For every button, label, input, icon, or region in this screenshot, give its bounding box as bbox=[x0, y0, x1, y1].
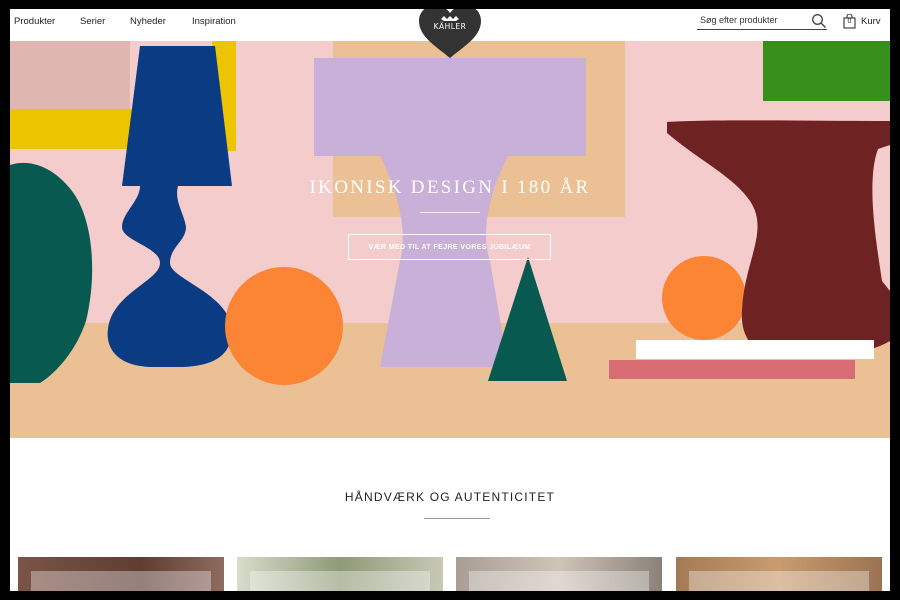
card-image-overlay bbox=[250, 571, 430, 591]
bag-icon: 0 bbox=[843, 12, 856, 29]
category-card[interactable] bbox=[237, 557, 443, 591]
cart-button[interactable]: 0 Kurv bbox=[843, 12, 881, 29]
section-divider bbox=[424, 518, 490, 519]
category-card[interactable] bbox=[18, 557, 224, 591]
cart-count: 0 bbox=[847, 17, 852, 25]
search-icon[interactable] bbox=[811, 13, 827, 29]
nav-item-inspiration[interactable]: Inspiration bbox=[192, 16, 252, 27]
nav-item-produkter[interactable]: Produkter bbox=[14, 16, 80, 27]
hero-title: IKONISK DESIGN I 180 ÅR bbox=[309, 177, 591, 198]
section-title: HÅNDVÆRK OG AUTENTICITET bbox=[344, 490, 556, 504]
celebrate-jubilee-button[interactable]: VÆR MED TIL AT FEJRE VORES JUBILÆUM bbox=[348, 234, 551, 260]
page: Produkter Serier Nyheder Inspiration KÄH… bbox=[10, 9, 890, 591]
hero-divider bbox=[420, 212, 480, 213]
card-image-overlay bbox=[31, 571, 211, 591]
logo-wordmark: KÄHLER bbox=[433, 22, 467, 31]
search-input[interactable] bbox=[700, 15, 808, 25]
category-cards bbox=[10, 557, 890, 591]
hero-banner[interactable]: IKONISK DESIGN I 180 ÅR VÆR MED TIL AT F… bbox=[10, 41, 890, 438]
search-box bbox=[697, 13, 827, 30]
category-card[interactable] bbox=[456, 557, 662, 591]
logo[interactable]: KÄHLER bbox=[419, 9, 481, 59]
cart-label: Kurv bbox=[861, 15, 881, 27]
nav-item-nyheder[interactable]: Nyheder bbox=[130, 16, 192, 27]
site-header: Produkter Serier Nyheder Inspiration KÄH… bbox=[10, 9, 890, 58]
heart-logo-icon bbox=[419, 9, 481, 58]
main-nav: Produkter Serier Nyheder Inspiration bbox=[14, 16, 252, 27]
card-image-overlay bbox=[469, 571, 649, 591]
category-card[interactable] bbox=[676, 557, 882, 591]
nav-item-serier[interactable]: Serier bbox=[80, 16, 130, 27]
card-image-overlay bbox=[689, 571, 869, 591]
